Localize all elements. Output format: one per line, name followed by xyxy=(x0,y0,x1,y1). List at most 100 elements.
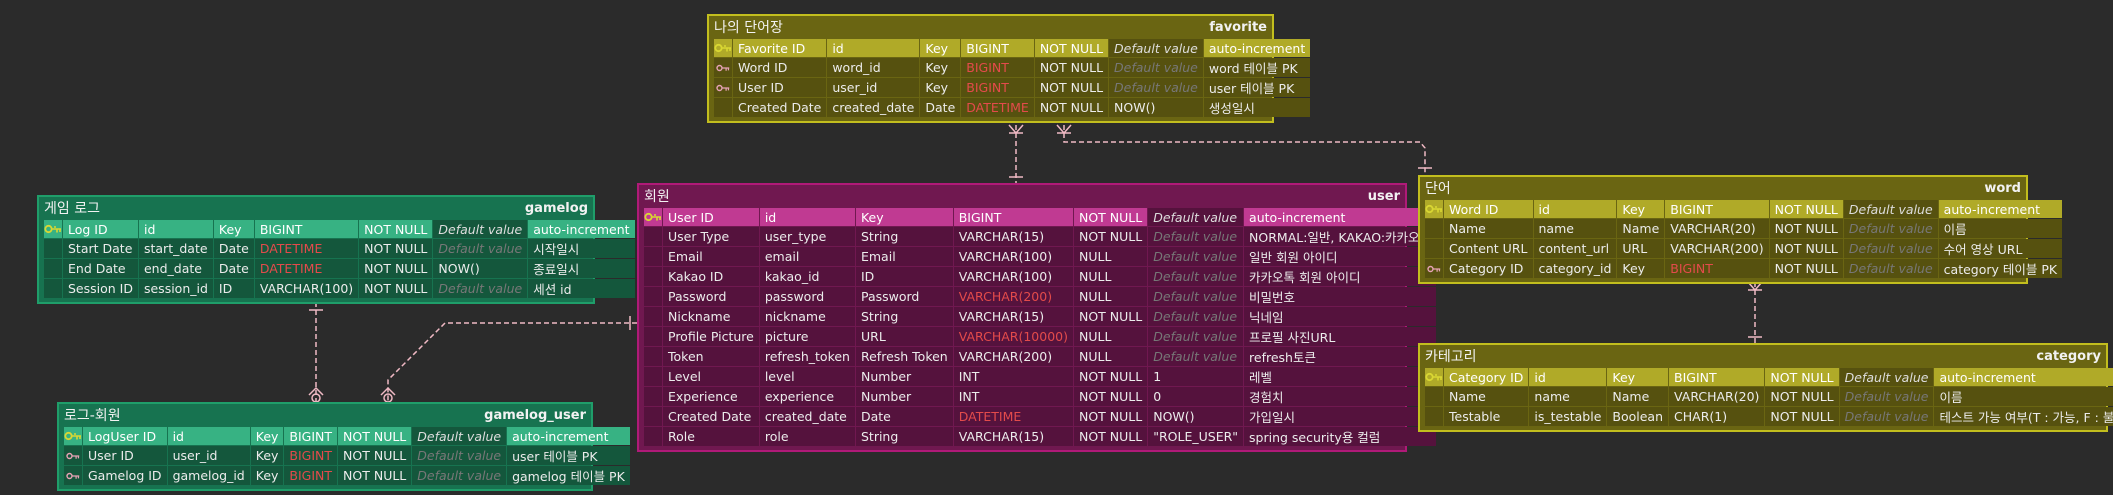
primary-key-row[interactable]: Favorite ID id Key BIGINT NOT NULL Default va… xyxy=(714,39,1311,57)
column-default: NOW() xyxy=(1148,407,1244,426)
column-default: 0 xyxy=(1148,387,1244,406)
column-logical-name: Nickname xyxy=(663,307,759,326)
column-row[interactable]: Level level Number INT NOT NULL 1 레벨 xyxy=(644,367,1437,386)
primary-key-row[interactable]: User ID id Key BIGINT NOT NULL Default value a… xyxy=(644,208,1437,226)
column-table: User ID id Key BIGINT NOT NULL Default value a… xyxy=(643,207,1437,447)
column-row[interactable]: Profile Picture picture URL VARCHAR(10000) N… xyxy=(644,327,1437,346)
column-row[interactable]: Gamelog ID gamelog_id Key BIGINT NOT NULL Def… xyxy=(64,466,630,485)
column-logical-name: Category ID xyxy=(1444,259,1533,278)
column-row[interactable]: Category ID category_id Key BIGINT NOT NULL D… xyxy=(1425,259,2063,278)
entity-table-name: category xyxy=(2036,348,2101,364)
column-default: Default value xyxy=(1109,78,1203,97)
empty-key-cell xyxy=(644,287,662,306)
column-type: VARCHAR(200) xyxy=(953,347,1073,366)
primary-key-row[interactable]: Category ID id Key BIGINT NOT NULL Default va… xyxy=(1425,368,2113,386)
empty-key-cell xyxy=(44,279,62,298)
entity-category[interactable]: 카테고리 category Category ID id Key BIGINT NOT N… xyxy=(1418,343,2113,432)
column-row[interactable]: End Date end_date Date DATETIME NOT NULL NOW(… xyxy=(44,259,635,278)
column-row[interactable]: Content URL content_url URL VARCHAR(200) NOT… xyxy=(1425,239,2063,258)
column-nullable: NOT NULL xyxy=(1765,407,1839,426)
column-type: BIGINT xyxy=(1665,200,1769,218)
column-logical-name: Category ID xyxy=(1444,368,1529,386)
column-comment: word 테이블 PK xyxy=(1203,58,1311,77)
column-domain: Key xyxy=(250,466,284,485)
column-default: Default value xyxy=(1109,39,1203,57)
column-type: BIGINT xyxy=(1669,368,1765,386)
primary-key-row[interactable]: LogUser ID id Key BIGINT NOT NULL Default val… xyxy=(64,427,630,445)
column-row[interactable]: Created Date created_date Date DATETIME NOT … xyxy=(714,98,1311,117)
column-row[interactable]: Created Date created_date Date DATETIME NOT … xyxy=(644,407,1437,426)
primary-key-row[interactable]: Word ID id Key BIGINT NOT NULL Default value a… xyxy=(1425,200,2063,218)
column-nullable: NOT NULL xyxy=(1034,98,1109,117)
column-row[interactable]: Nickname nickname String VARCHAR(15) NOT NUL… xyxy=(644,307,1437,326)
column-physical-name: category_id xyxy=(1533,259,1617,278)
column-row[interactable]: Name name Name VARCHAR(20) NOT NULL Default v… xyxy=(1425,219,2063,238)
column-row[interactable]: Kakao ID kakao_id ID VARCHAR(100) NULL Defaul… xyxy=(644,267,1437,286)
empty-key-cell xyxy=(1425,239,1443,258)
column-domain: String xyxy=(855,307,953,326)
entity-header: 카테고리 category xyxy=(1420,345,2106,367)
column-row[interactable]: Start Date start_date Date DATETIME NOT NULL… xyxy=(44,239,635,258)
entity-word[interactable]: 단어 word Word ID id Key BIGINT NOT NULL Default… xyxy=(1418,175,2063,284)
column-nullable: NULL xyxy=(1073,247,1148,266)
column-logical-name: Email xyxy=(663,247,759,266)
column-type: BIGINT xyxy=(284,446,338,465)
column-row[interactable]: Name name Name VARCHAR(20) NOT NULL Default v… xyxy=(1425,387,2113,406)
entity-favorite[interactable]: 나의 단어장 favorite Favorite ID id Key BIGINT NOT… xyxy=(707,14,1311,123)
column-logical-name: Testable xyxy=(1444,407,1529,426)
column-physical-name: created_date xyxy=(827,98,920,117)
foreign-key-icon xyxy=(64,446,82,465)
column-nullable: NOT NULL xyxy=(1034,58,1109,77)
column-nullable: NOT NULL xyxy=(359,259,433,278)
column-default: Default value xyxy=(1148,227,1244,246)
entity-gamelog[interactable]: 게임 로그 gamelog Log ID id Key BIGINT NOT NULL De… xyxy=(37,195,635,304)
column-type: CHAR(1) xyxy=(1669,407,1765,426)
column-domain: Number xyxy=(855,367,953,386)
column-nullable: NOT NULL xyxy=(1073,387,1148,406)
column-row[interactable]: Testable is_testable Boolean CHAR(1) NOT NUL… xyxy=(1425,407,2113,426)
entity-user[interactable]: 회원 user User ID id Key BIGINT NOT NULL Default… xyxy=(637,183,1437,452)
column-default: Default value xyxy=(1148,287,1244,306)
column-type: DATETIME xyxy=(254,239,359,258)
column-row[interactable]: Email email Email VARCHAR(100) NULL Default v… xyxy=(644,247,1437,266)
column-logical-name: Name xyxy=(1444,387,1529,406)
column-default: "ROLE_USER" xyxy=(1148,427,1244,446)
column-logical-name: Session ID xyxy=(63,279,138,298)
column-row[interactable]: Session ID session_id ID VARCHAR(100) NOT NU… xyxy=(44,279,635,298)
empty-key-cell xyxy=(644,407,662,426)
column-default: Default value xyxy=(1839,368,1934,386)
column-row[interactable]: Token refresh_token Refresh Token VARCHAR(2… xyxy=(644,347,1437,366)
column-physical-name: user_type xyxy=(759,227,855,246)
entity-gamelog-user[interactable]: 로그-회원 gamelog_user LogUser ID id Key BIGINT N… xyxy=(57,402,630,491)
column-physical-name: kakao_id xyxy=(759,267,855,286)
column-default: Default value xyxy=(412,427,507,445)
column-domain: Email xyxy=(855,247,953,266)
column-comment: 생성일시 xyxy=(1203,98,1311,117)
column-logical-name: Content URL xyxy=(1444,239,1533,258)
column-type: VARCHAR(100) xyxy=(953,267,1073,286)
column-row[interactable]: Experience experience Number INT NOT NULL 0 경험… xyxy=(644,387,1437,406)
column-domain: Key xyxy=(213,220,254,238)
column-table: Word ID id Key BIGINT NOT NULL Default value a… xyxy=(1424,199,2063,279)
column-default: Default value xyxy=(1148,307,1244,326)
column-row[interactable]: Role role String VARCHAR(15) NOT NULL "ROLE_U… xyxy=(644,427,1437,446)
column-row[interactable]: Word ID word_id Key BIGINT NOT NULL Default v… xyxy=(714,58,1311,77)
column-type: VARCHAR(15) xyxy=(953,307,1073,326)
primary-key-row[interactable]: Log ID id Key BIGINT NOT NULL Default value au… xyxy=(44,220,635,238)
empty-key-cell xyxy=(644,307,662,326)
column-nullable: NULL xyxy=(1073,287,1148,306)
column-comment: 시작일시 xyxy=(528,239,635,258)
column-row[interactable]: User Type user_type String VARCHAR(15) NOT N… xyxy=(644,227,1437,246)
column-physical-name: user_id xyxy=(167,446,250,465)
column-comment: auto-increment xyxy=(507,427,630,445)
column-row[interactable]: User ID user_id Key BIGINT NOT NULL Default v… xyxy=(64,446,630,465)
column-row[interactable]: Password password Password VARCHAR(200) NULL… xyxy=(644,287,1437,306)
column-comment: 이름 xyxy=(1938,219,2063,238)
column-comment: spring security용 컬럼 xyxy=(1244,427,1437,446)
column-physical-name: name xyxy=(1533,219,1617,238)
column-comment: 닉네임 xyxy=(1244,307,1437,326)
column-physical-name: picture xyxy=(759,327,855,346)
entity-header: 게임 로그 gamelog xyxy=(39,197,593,219)
column-row[interactable]: User ID user_id Key BIGINT NOT NULL Default v… xyxy=(714,78,1311,97)
column-type: VARCHAR(15) xyxy=(953,427,1073,446)
